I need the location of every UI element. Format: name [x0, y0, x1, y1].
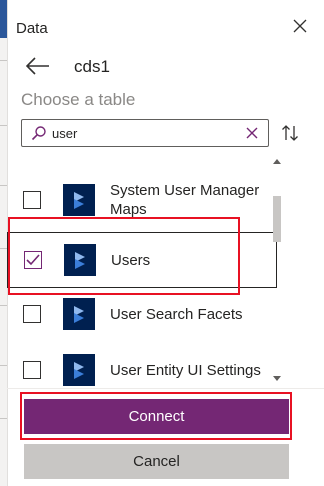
data-source-name: cds1: [74, 57, 110, 76]
table-search-box: [21, 119, 269, 147]
close-button[interactable]: [290, 16, 310, 36]
scroll-thumb[interactable]: [273, 196, 281, 242]
connect-button[interactable]: Connect: [24, 399, 289, 434]
background-divider: [0, 305, 7, 306]
clear-icon: [246, 127, 258, 139]
search-input[interactable]: [50, 121, 230, 145]
list-item[interactable]: Users: [7, 232, 277, 288]
dataverse-table-icon: [63, 184, 95, 216]
sort-icon: [282, 125, 298, 141]
clear-search-button[interactable]: [244, 125, 260, 141]
choose-table-label: Choose a table: [21, 90, 136, 109]
dataverse-table-icon: [64, 244, 96, 276]
back-arrow-icon: [26, 57, 49, 75]
background-divider: [0, 418, 7, 419]
background-divider: [0, 60, 7, 61]
background-accent: [0, 0, 7, 38]
close-icon: [293, 19, 307, 33]
list-item[interactable]: User Entity UI Settings: [7, 342, 277, 386]
back-button[interactable]: [24, 54, 52, 78]
table-checkbox[interactable]: [23, 361, 41, 379]
table-checkbox[interactable]: [24, 251, 42, 269]
list-scrollbar[interactable]: [270, 156, 284, 386]
panel-title: Data: [16, 20, 48, 37]
cancel-button[interactable]: Cancel: [24, 444, 289, 479]
sort-button[interactable]: [278, 121, 302, 145]
background-divider: [0, 365, 7, 366]
scroll-up-icon[interactable]: [272, 156, 282, 166]
table-name: User Search Facets: [110, 305, 243, 323]
search-icon: [28, 122, 50, 144]
checkmark-icon: [26, 254, 40, 266]
background-divider: [0, 248, 7, 249]
table-name: Users: [111, 251, 151, 269]
dataverse-table-icon: [63, 354, 95, 386]
table-name: System User Manager Maps: [110, 182, 260, 218]
background-divider: [0, 125, 7, 126]
table-list: System User Manager Maps Users User Sear…: [7, 156, 277, 386]
scroll-down-icon[interactable]: [272, 374, 282, 384]
table-checkbox[interactable]: [23, 305, 41, 323]
list-item[interactable]: User Search Facets: [7, 286, 277, 342]
list-item[interactable]: System User Manager Maps: [7, 172, 277, 228]
table-name: User Entity UI Settings: [110, 361, 261, 379]
background-divider: [0, 185, 7, 186]
dataverse-table-icon: [63, 298, 95, 330]
background-app-strip: [0, 0, 7, 486]
footer-divider: [7, 388, 324, 389]
table-checkbox[interactable]: [23, 191, 41, 209]
